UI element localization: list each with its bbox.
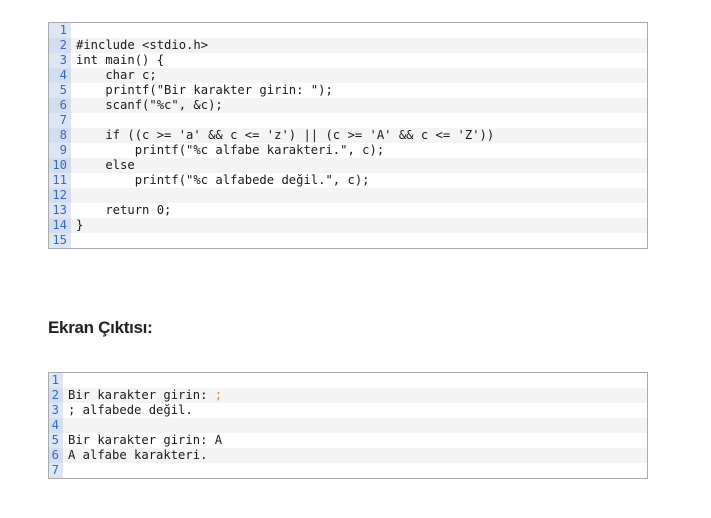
code-line: 13 return 0; xyxy=(49,203,647,218)
line-number: 11 xyxy=(49,173,71,188)
output-input-char: ; xyxy=(214,388,223,402)
code-text: return 0; xyxy=(76,203,172,217)
code-text: else xyxy=(76,158,135,172)
output-line: 7 xyxy=(49,463,647,478)
output-line: 5 Bir karakter girin: A xyxy=(49,433,647,448)
code-text: printf("%c alfabede değil.", c); xyxy=(76,173,370,187)
line-number: 12 xyxy=(49,188,71,203)
code-text: scanf("%c", &c); xyxy=(76,98,223,112)
line-number: 13 xyxy=(49,203,71,218)
output-block: 1 2 Bir karakter girin: ; 3 ; alfabede değ… xyxy=(48,372,648,479)
code-text: #include <stdio.h> xyxy=(76,38,209,52)
output-text: Bir karakter girin: A xyxy=(68,433,223,447)
line-number: 4 xyxy=(49,418,63,433)
output-line: 3 ; alfabede değil. xyxy=(49,403,647,418)
code-text: char c; xyxy=(76,68,157,82)
line-number: 7 xyxy=(49,113,71,128)
code-line: 3 int main() { xyxy=(49,53,647,68)
code-text: } xyxy=(76,218,84,232)
code-line: 14} xyxy=(49,218,647,233)
output-text: A alfabe karakteri. xyxy=(68,448,208,462)
line-number: 5 xyxy=(49,83,71,98)
line-number: 9 xyxy=(49,143,71,158)
code-line: 7 xyxy=(49,113,647,128)
code-line: 9 printf("%c alfabe karakteri.", c); xyxy=(49,143,647,158)
line-number: 10 xyxy=(49,158,71,173)
line-number: 14 xyxy=(49,218,71,233)
code-text: int main() { xyxy=(76,53,165,67)
output-text: ; alfabede değil. xyxy=(68,403,193,417)
line-number: 15 xyxy=(49,233,71,248)
code-line: 5 printf("Bir karakter girin: "); xyxy=(49,83,647,98)
code-line: 8 if ((c >= 'a' && c <= 'z') || (c >= 'A… xyxy=(49,128,647,143)
code-line: 12 xyxy=(49,188,647,203)
line-number: 1 xyxy=(49,23,71,38)
code-line: 15 xyxy=(49,233,647,248)
output-line: 1 xyxy=(49,373,647,388)
code-line: 4 char c; xyxy=(49,68,647,83)
line-number: 1 xyxy=(49,373,63,388)
code-line: 1 xyxy=(49,23,647,38)
output-line: 2 Bir karakter girin: ; xyxy=(49,388,647,403)
line-number: 6 xyxy=(49,448,63,463)
code-text: printf("%c alfabe karakteri.", c); xyxy=(76,143,385,157)
line-number: 2 xyxy=(49,38,71,53)
section-title: Ekran Çıktısı: xyxy=(48,318,153,337)
code-block: 1 2 #include <stdio.h> 3 int main() { 4 ch… xyxy=(48,22,648,249)
line-number: 2 xyxy=(49,388,63,403)
code-line: 10 else xyxy=(49,158,647,173)
output-text: Bir karakter girin: ; xyxy=(68,388,223,402)
line-number: 8 xyxy=(49,128,71,143)
line-number: 4 xyxy=(49,68,71,83)
output-line: 6 A alfabe karakteri. xyxy=(49,448,647,463)
code-text: if ((c >= 'a' && c <= 'z') || (c >= 'A' … xyxy=(76,128,495,142)
line-number: 3 xyxy=(49,53,71,68)
line-number: 6 xyxy=(49,98,71,113)
output-line: 4 xyxy=(49,418,647,433)
line-number: 3 xyxy=(49,403,63,418)
code-text: printf("Bir karakter girin: "); xyxy=(76,83,333,97)
code-line: 2 #include <stdio.h> xyxy=(49,38,647,53)
code-line: 6 scanf("%c", &c); xyxy=(49,98,647,113)
code-line: 11 printf("%c alfabede değil.", c); xyxy=(49,173,647,188)
line-number: 5 xyxy=(49,433,63,448)
line-number: 7 xyxy=(49,463,63,478)
